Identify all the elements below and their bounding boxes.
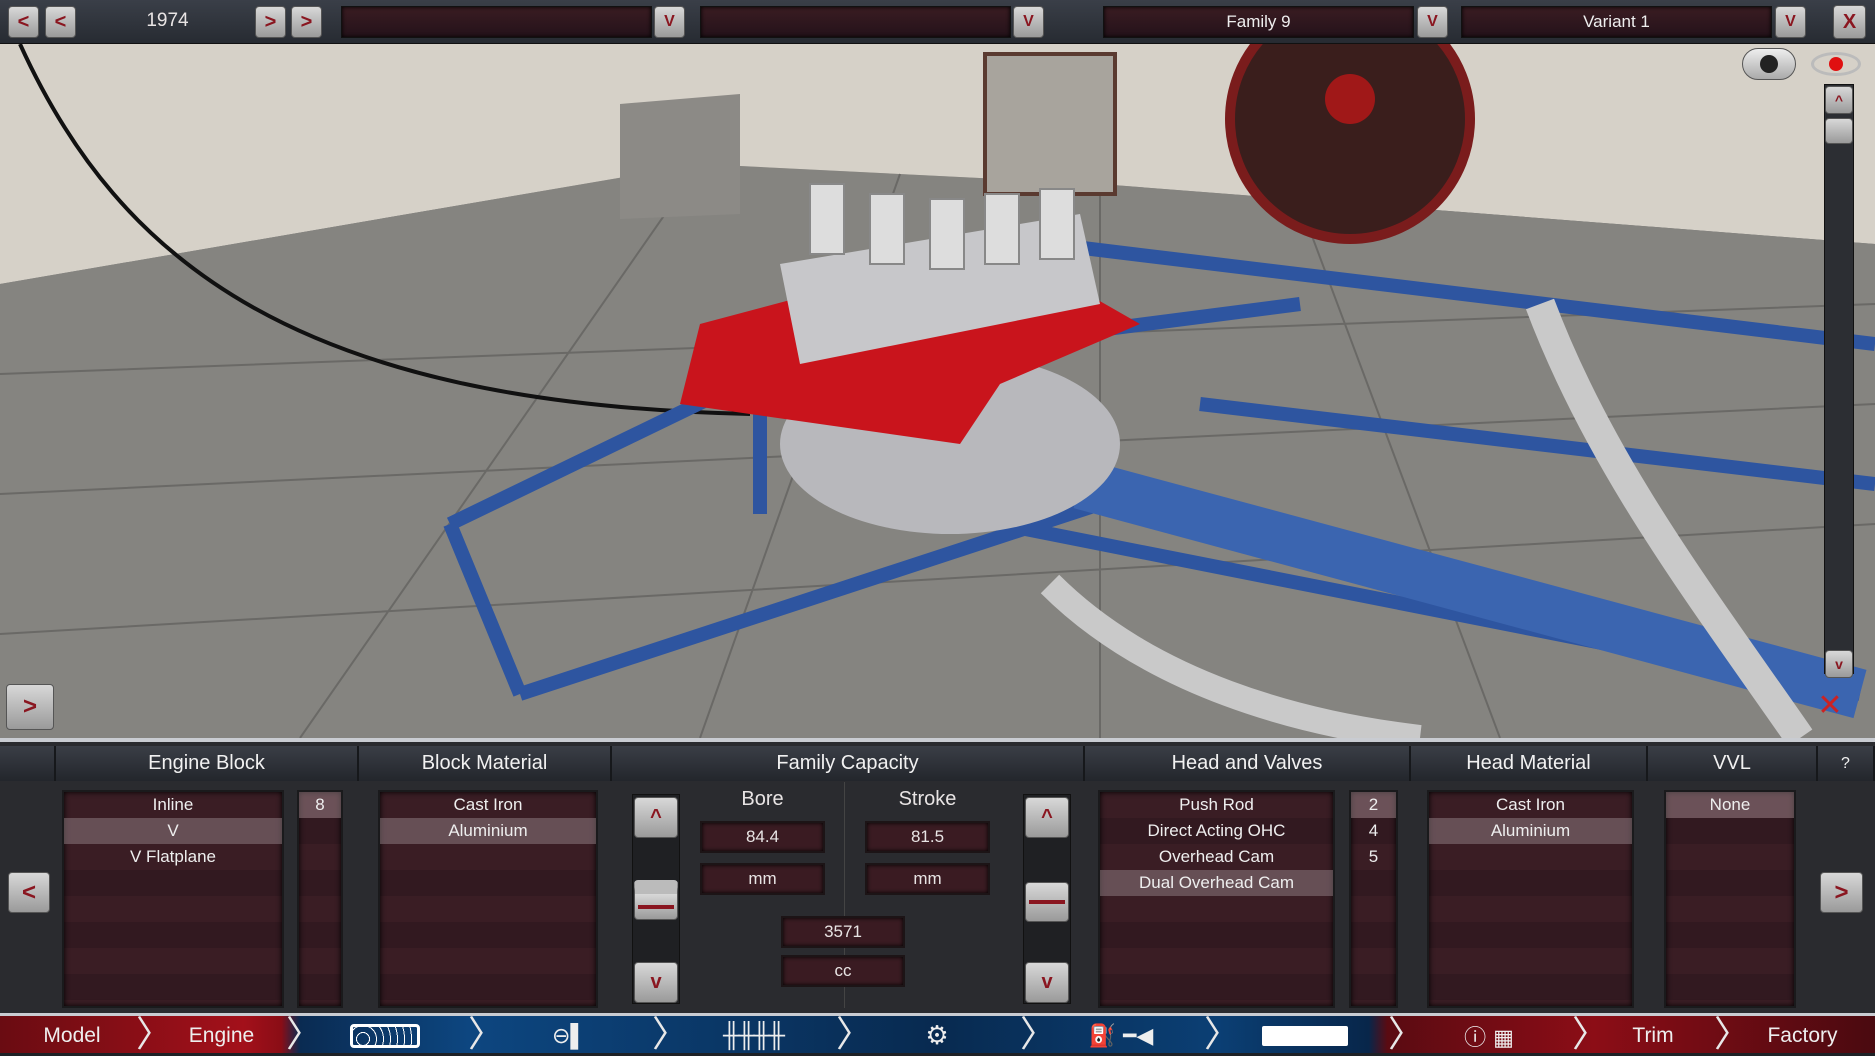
scroll-up-button[interactable]: ^: [1825, 86, 1853, 114]
dropdown-1[interactable]: [341, 6, 652, 38]
list-item-selected[interactable]: Aluminium: [1429, 818, 1632, 844]
nav-valvetrain-icon[interactable]: ╫╫╫╫: [668, 1016, 838, 1056]
nav-piston-icon[interactable]: ⊖▌: [484, 1016, 654, 1056]
stroke-label: Stroke: [898, 788, 957, 810]
nav-engine-block-icon[interactable]: [300, 1016, 470, 1056]
bore-slider-handle[interactable]: [634, 880, 678, 920]
next-year-fast-button[interactable]: >: [291, 6, 322, 38]
list-item[interactable]: Cast Iron: [1429, 792, 1632, 818]
bore-value[interactable]: 84.4: [700, 821, 825, 853]
close-button[interactable]: X: [1833, 5, 1866, 39]
bore-label: Bore: [741, 788, 784, 810]
vvl-header: VVL: [1648, 746, 1818, 781]
engine-block-header: Engine Block: [56, 746, 359, 781]
nav-model[interactable]: Model: [0, 1016, 144, 1056]
nav-fuel-icon[interactable]: ⛽ ━◀: [1036, 1016, 1206, 1056]
list-item-selected[interactable]: 8: [299, 792, 341, 818]
capacity-unit: cc: [781, 955, 905, 987]
bottom-nav: Model 〉 Engine 〉 〉 ⊖▌ 〉 ╫╫╫╫ 〉 ⚙ 〉 ⛽ ━◀ …: [0, 1013, 1875, 1056]
dropdown-2-arrow[interactable]: V: [1013, 6, 1044, 38]
family-dropdown[interactable]: Family 9: [1103, 6, 1414, 38]
list-item[interactable]: 4: [1351, 818, 1396, 844]
top-bar: < < 1974 > > V V Family 9 V Variant 1 V …: [0, 0, 1875, 44]
stroke-unit: mm: [865, 863, 990, 895]
list-item-selected[interactable]: Aluminium: [380, 818, 596, 844]
block-material-header: Block Material: [359, 746, 612, 781]
list-item[interactable]: 5: [1351, 844, 1396, 870]
list-item-selected[interactable]: 2: [1351, 792, 1396, 818]
next-section-button[interactable]: >: [1820, 872, 1863, 913]
head-and-valves-header: Head and Valves: [1085, 746, 1411, 781]
nav-dyno-icon[interactable]: ⓘ ▦: [1404, 1016, 1574, 1056]
stroke-down-button[interactable]: v: [1025, 962, 1069, 1003]
camera-icon[interactable]: [1742, 48, 1796, 80]
nav-factory[interactable]: Factory: [1730, 1016, 1875, 1056]
list-item-selected[interactable]: V: [64, 818, 282, 844]
nav-trim[interactable]: Trim: [1588, 1016, 1718, 1056]
nav-exhaust-icon[interactable]: [1220, 1016, 1390, 1056]
vvl-list: None: [1664, 790, 1796, 1008]
nav-engine[interactable]: Engine: [150, 1016, 293, 1056]
dropdown-2[interactable]: [700, 6, 1011, 38]
prev-year-button[interactable]: <: [45, 6, 76, 38]
engine-block-list: Inline V V Flatplane: [62, 790, 284, 1008]
stroke-up-button[interactable]: ^: [1025, 797, 1069, 838]
list-item[interactable]: Direct Acting OHC: [1100, 818, 1333, 844]
stroke-slider-handle[interactable]: [1025, 882, 1069, 922]
head-material-header: Head Material: [1411, 746, 1648, 781]
list-item[interactable]: Overhead Cam: [1100, 844, 1333, 870]
list-item-selected[interactable]: None: [1666, 792, 1794, 818]
block-material-list: Cast Iron Aluminium: [378, 790, 598, 1008]
dropdown-1-arrow[interactable]: V: [654, 6, 685, 38]
cylinder-count-list: 8: [297, 790, 343, 1008]
capacity-value: 3571: [781, 916, 905, 948]
list-item[interactable]: Cast Iron: [380, 792, 596, 818]
bore-unit: mm: [700, 863, 825, 895]
variant-dropdown[interactable]: Variant 1: [1461, 6, 1772, 38]
valves-per-cylinder-list: 2 4 5: [1349, 790, 1398, 1008]
expand-panel-button[interactable]: >: [6, 684, 54, 730]
nav-turbo-icon[interactable]: ⚙: [852, 1016, 1022, 1056]
head-material-list: Cast Iron Aluminium: [1427, 790, 1634, 1008]
panel-header-spacer: [0, 746, 56, 781]
family-dropdown-arrow[interactable]: V: [1417, 6, 1448, 38]
rotate-icon[interactable]: ✕: [1800, 688, 1860, 728]
scroll-thumb[interactable]: [1825, 118, 1853, 144]
scroll-down-button[interactable]: v: [1825, 650, 1853, 678]
prev-section-button[interactable]: <: [8, 872, 50, 913]
family-capacity-header: Family Capacity: [612, 746, 1085, 781]
next-year-button[interactable]: >: [255, 6, 286, 38]
bore-up-button[interactable]: ^: [634, 797, 678, 838]
viewport-scrollbar[interactable]: [1824, 84, 1854, 674]
help-button[interactable]: ?: [1818, 746, 1875, 781]
list-item[interactable]: Push Rod: [1100, 792, 1333, 818]
list-item[interactable]: V Flatplane: [64, 844, 282, 870]
engine-scene: [0, 44, 1875, 738]
variant-dropdown-arrow[interactable]: V: [1775, 6, 1806, 38]
prev-year-fast-button[interactable]: <: [8, 6, 39, 38]
year-label: 1974: [146, 10, 189, 31]
stroke-value[interactable]: 81.5: [865, 821, 990, 853]
eye-icon[interactable]: [1806, 48, 1866, 80]
list-item-selected[interactable]: Dual Overhead Cam: [1100, 870, 1333, 896]
head-and-valves-list: Push Rod Direct Acting OHC Overhead Cam …: [1098, 790, 1335, 1008]
list-item[interactable]: Inline: [64, 792, 282, 818]
engine-config-panel: Engine Block Block Material Family Capac…: [0, 738, 1875, 1013]
3d-viewport[interactable]: ^ v > ✕: [0, 44, 1875, 738]
bore-down-button[interactable]: v: [634, 962, 678, 1003]
